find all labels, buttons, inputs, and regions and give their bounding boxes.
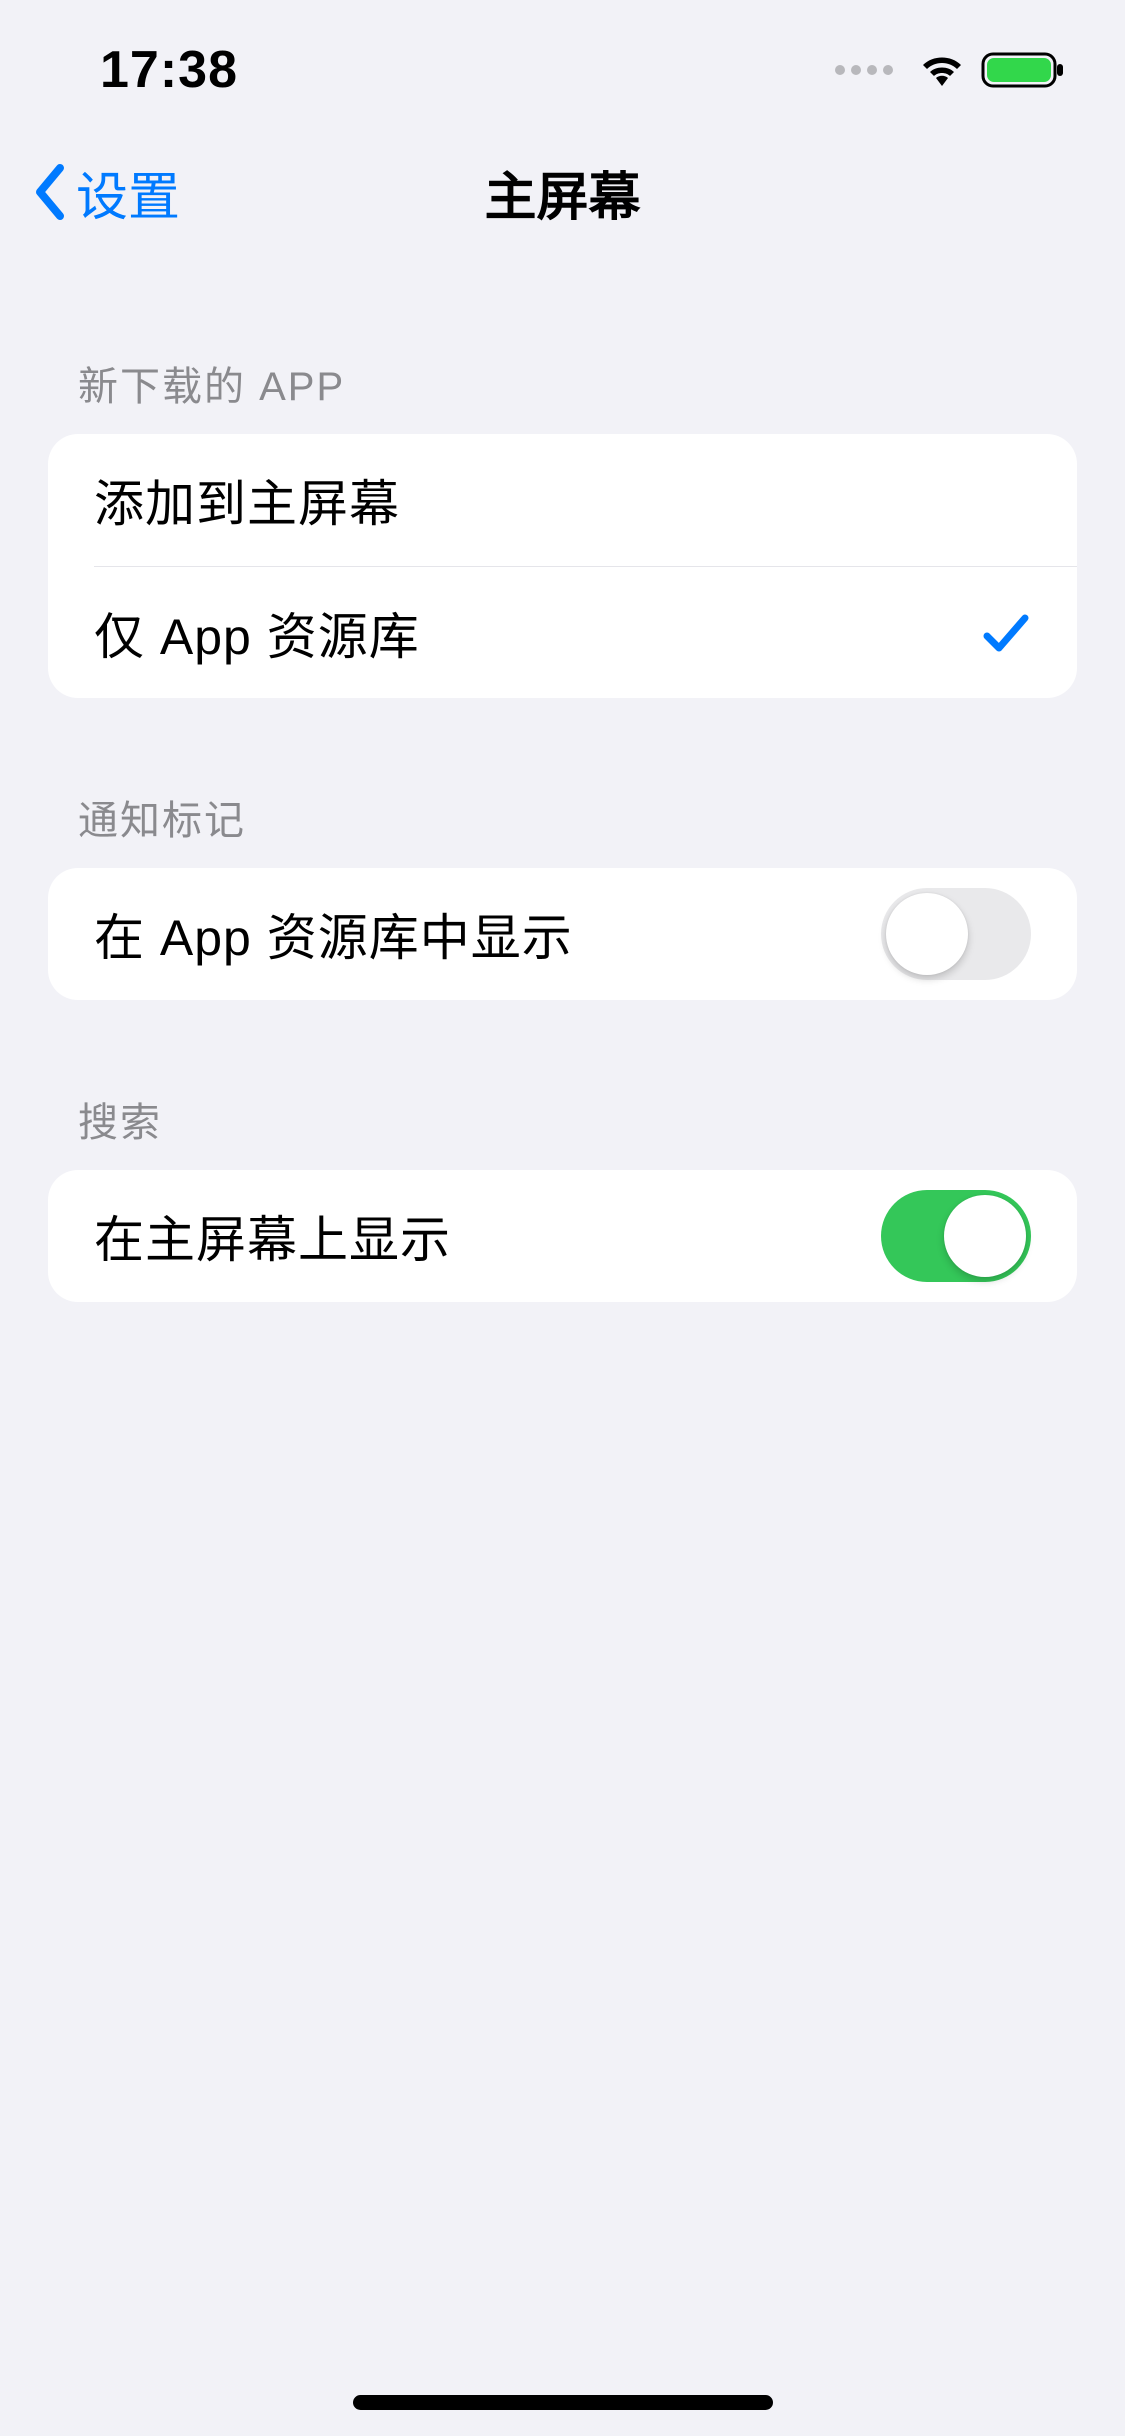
toggle-show-in-app-library[interactable] <box>881 888 1031 980</box>
battery-icon <box>981 50 1065 90</box>
row-show-on-home: 在主屏幕上显示 <box>48 1170 1077 1302</box>
wifi-icon <box>917 50 967 90</box>
cellular-dots-icon <box>835 65 893 75</box>
chevron-left-icon <box>30 162 70 222</box>
checkmark-icon <box>981 608 1031 658</box>
section-header-badges: 通知标记 <box>48 698 1077 868</box>
group-new-apps: 添加到主屏幕 仅 App 资源库 <box>48 434 1077 698</box>
option-label: 仅 App 资源库 <box>94 597 420 669</box>
page-title: 主屏幕 <box>484 155 640 230</box>
group-badges: 在 App 资源库中显示 <box>48 868 1077 1000</box>
toggle-knob <box>944 1195 1026 1277</box>
toggle-knob <box>886 893 968 975</box>
row-label: 在 App 资源库中显示 <box>94 898 573 970</box>
row-show-in-app-library: 在 App 资源库中显示 <box>48 868 1077 1000</box>
status-time: 17:38 <box>100 40 238 100</box>
section-header-new-apps: 新下载的 APP <box>48 244 1077 434</box>
group-search: 在主屏幕上显示 <box>48 1170 1077 1302</box>
back-button[interactable]: 设置 <box>30 155 180 230</box>
row-label: 在主屏幕上显示 <box>94 1200 451 1272</box>
status-indicators <box>835 50 1065 90</box>
section-header-search: 搜索 <box>48 1000 1077 1170</box>
home-indicator[interactable] <box>353 2395 773 2410</box>
back-label: 设置 <box>76 155 180 230</box>
status-bar: 17:38 <box>0 0 1125 140</box>
navigation-bar: 设置 主屏幕 <box>0 140 1125 244</box>
option-add-to-home[interactable]: 添加到主屏幕 <box>48 434 1077 566</box>
option-label: 添加到主屏幕 <box>94 464 400 536</box>
toggle-show-on-home[interactable] <box>881 1190 1031 1282</box>
option-app-library-only[interactable]: 仅 App 资源库 <box>94 566 1077 698</box>
